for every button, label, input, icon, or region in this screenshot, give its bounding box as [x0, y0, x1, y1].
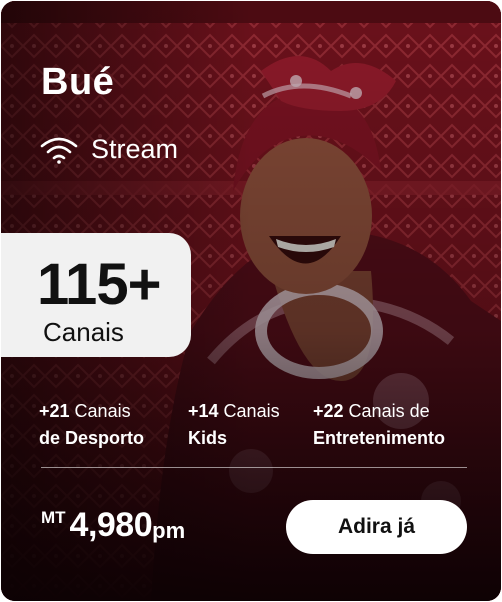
plan-title: Bué	[41, 61, 115, 103]
package-category: de Desporto	[39, 428, 145, 448]
price-currency: MT	[41, 508, 66, 527]
package-category: Kids	[188, 428, 228, 448]
package-sports: +21 Canais de Desporto	[39, 398, 144, 452]
package-entertainment: +22 Canais de Entretenimento	[313, 398, 445, 452]
stream-feature: Stream	[39, 134, 178, 165]
price: MT 4,980 pm	[41, 506, 185, 545]
package-count: +14	[188, 401, 219, 421]
plan-card: Bué Stream 115+ Canais +21 Canais de Des…	[1, 1, 501, 601]
channels-count: 115+	[37, 252, 161, 317]
package-label: Canais	[69, 401, 131, 421]
divider	[41, 467, 467, 468]
price-period: pm	[152, 518, 186, 543]
package-category: Entretenimento	[313, 428, 446, 448]
price-amount: 4,980	[69, 506, 153, 544]
package-label: Canais de	[343, 401, 430, 421]
wifi-icon	[40, 137, 78, 164]
stream-label: Stream	[91, 134, 179, 164]
subscribe-button[interactable]: Adira já	[286, 500, 467, 554]
channels-badge: 115+ Canais	[1, 233, 191, 357]
package-count: +21	[39, 401, 70, 421]
package-count: +22	[313, 401, 344, 421]
package-kids: +14 Canais Kids	[188, 398, 280, 452]
package-label: Canais	[218, 401, 280, 421]
channels-label: Canais	[43, 317, 124, 347]
